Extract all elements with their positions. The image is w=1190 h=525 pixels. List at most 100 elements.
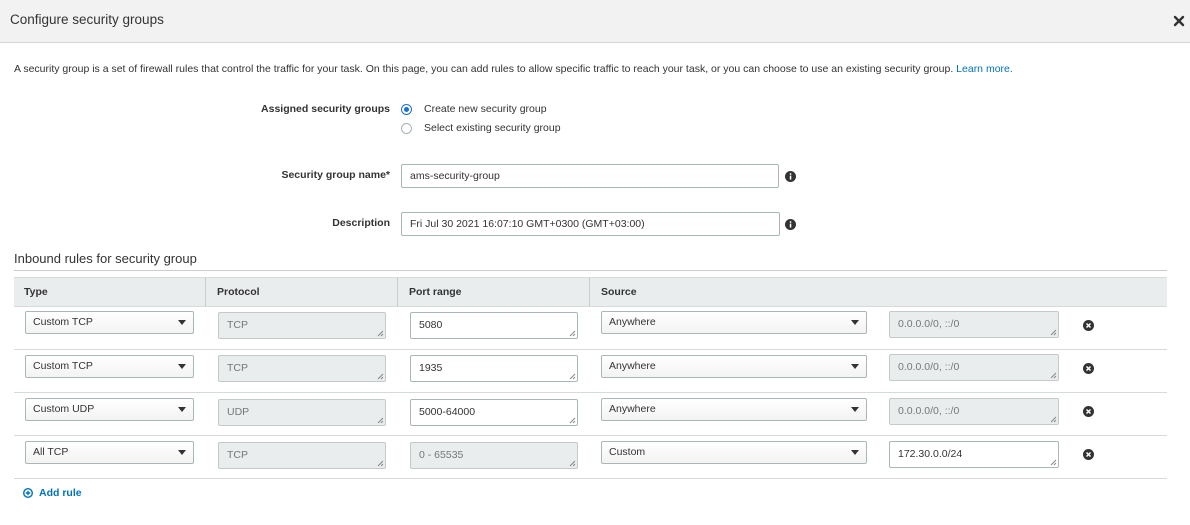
learn-more-link[interactable]: Learn more. bbox=[956, 63, 1013, 75]
protocol-value: TCP bbox=[227, 362, 248, 374]
source-select-value: Anywhere bbox=[609, 316, 656, 328]
protocol-field: TCP bbox=[218, 442, 386, 469]
type-select-value: All TCP bbox=[33, 446, 69, 458]
plus-circle-icon bbox=[23, 488, 33, 498]
port-range-value: 0 - 65535 bbox=[419, 449, 464, 461]
source-select-value: Anywhere bbox=[609, 403, 656, 415]
resize-grip-icon bbox=[1050, 459, 1057, 466]
cidr-field: 0.0.0.0/0, ::/0 bbox=[889, 311, 1059, 338]
column-divider bbox=[205, 278, 206, 306]
intro-description: A security group is a set of firewall ru… bbox=[14, 63, 954, 75]
inbound-rules-title: Inbound rules for security group bbox=[14, 251, 197, 266]
protocol-field: UDP bbox=[218, 399, 386, 426]
caret-down-icon bbox=[851, 320, 859, 325]
resize-grip-icon bbox=[377, 460, 384, 467]
source-select-value: Anywhere bbox=[609, 360, 656, 372]
info-icon[interactable] bbox=[785, 219, 796, 230]
port-range-input[interactable]: 5080 bbox=[410, 312, 578, 339]
source-select-value: Custom bbox=[609, 446, 646, 458]
caret-down-icon bbox=[178, 364, 186, 369]
column-divider bbox=[397, 278, 398, 306]
radio-create-new[interactable]: Create new security group bbox=[401, 102, 547, 116]
security-group-name-label: Security group name* bbox=[281, 169, 390, 181]
column-header-port-range: Port range bbox=[409, 286, 462, 298]
radio-button[interactable] bbox=[401, 122, 412, 134]
radio-select-existing[interactable]: Select existing security group bbox=[401, 121, 561, 135]
add-rule-button[interactable]: Add rule bbox=[23, 486, 82, 500]
port-range-input[interactable]: 5000-64000 bbox=[410, 399, 578, 426]
radio-label-select-existing: Select existing security group bbox=[424, 122, 561, 134]
source-select[interactable]: Anywhere bbox=[601, 398, 867, 421]
remove-icon[interactable] bbox=[1083, 406, 1094, 417]
resize-grip-icon bbox=[1050, 372, 1057, 379]
protocol-value: TCP bbox=[227, 319, 248, 331]
protocol-field: TCP bbox=[218, 355, 386, 382]
port-range-value: 5080 bbox=[419, 319, 443, 331]
type-select[interactable]: All TCP bbox=[25, 441, 194, 464]
remove-icon[interactable] bbox=[1083, 363, 1094, 374]
remove-icon[interactable] bbox=[1083, 449, 1094, 460]
caret-down-icon bbox=[178, 450, 186, 455]
resize-grip-icon bbox=[569, 460, 576, 467]
cidr-value: 172.30.0.0/24 bbox=[898, 448, 963, 460]
caret-down-icon bbox=[178, 407, 186, 412]
type-select[interactable]: Custom TCP bbox=[25, 311, 194, 334]
column-divider bbox=[589, 278, 590, 306]
caret-down-icon bbox=[178, 320, 186, 325]
protocol-field: TCP bbox=[218, 312, 386, 339]
add-rule-label: Add rule bbox=[39, 487, 82, 499]
cidr-value: 0.0.0.0/0, ::/0 bbox=[898, 405, 960, 417]
assigned-security-groups-label: Assigned security groups bbox=[261, 103, 390, 115]
caret-down-icon bbox=[851, 407, 859, 412]
resize-grip-icon bbox=[377, 373, 384, 380]
resize-grip-icon bbox=[569, 330, 576, 337]
table-row: All TCP TCP 0 - 65535 Custom 172.30.0.0/… bbox=[14, 436, 1167, 479]
radio-button-checked[interactable] bbox=[401, 103, 412, 115]
cidr-input[interactable]: 172.30.0.0/24 bbox=[889, 441, 1059, 468]
description-label: Description bbox=[332, 217, 390, 229]
table-row: Custom UDP UDP 5000-64000 Anywhere 0.0.0… bbox=[14, 393, 1167, 436]
port-range-value: 1935 bbox=[419, 362, 443, 374]
section-divider bbox=[14, 270, 1167, 271]
close-icon[interactable] bbox=[1171, 13, 1187, 29]
cidr-value: 0.0.0.0/0, ::/0 bbox=[898, 318, 960, 330]
security-group-name-input[interactable]: ams-security-group bbox=[401, 164, 779, 188]
caret-down-icon bbox=[851, 364, 859, 369]
type-select-value: Custom TCP bbox=[33, 360, 93, 372]
source-select[interactable]: Anywhere bbox=[601, 355, 867, 378]
rules-table-header: Type Protocol Port range Source bbox=[14, 277, 1167, 307]
description-input[interactable]: Fri Jul 30 2021 16:07:10 GMT+0300 (GMT+0… bbox=[401, 212, 780, 236]
type-select-value: Custom UDP bbox=[33, 403, 95, 415]
column-header-type: Type bbox=[24, 286, 48, 298]
port-range-field: 0 - 65535 bbox=[410, 442, 578, 469]
type-select[interactable]: Custom UDP bbox=[25, 398, 194, 421]
info-icon[interactable] bbox=[785, 171, 796, 182]
modal-title: Configure security groups bbox=[10, 12, 164, 27]
protocol-value: TCP bbox=[227, 449, 248, 461]
intro-text: A security group is a set of firewall ru… bbox=[14, 63, 1013, 75]
source-select[interactable]: Anywhere bbox=[601, 311, 867, 334]
type-select[interactable]: Custom TCP bbox=[25, 355, 194, 378]
port-range-input[interactable]: 1935 bbox=[410, 355, 578, 382]
resize-grip-icon bbox=[569, 373, 576, 380]
cidr-value: 0.0.0.0/0, ::/0 bbox=[898, 361, 960, 373]
table-row: Custom TCP TCP 1935 Anywhere 0.0.0.0/0, … bbox=[14, 350, 1167, 393]
resize-grip-icon bbox=[1050, 416, 1057, 423]
type-select-value: Custom TCP bbox=[33, 316, 93, 328]
port-range-value: 5000-64000 bbox=[419, 406, 476, 418]
cidr-field: 0.0.0.0/0, ::/0 bbox=[889, 354, 1059, 381]
resize-grip-icon bbox=[1050, 329, 1057, 336]
source-select[interactable]: Custom bbox=[601, 441, 867, 464]
resize-grip-icon bbox=[569, 417, 576, 424]
table-row: Custom TCP TCP 5080 Anywhere 0.0.0.0/0, … bbox=[14, 307, 1167, 350]
protocol-value: UDP bbox=[227, 406, 250, 418]
caret-down-icon bbox=[851, 450, 859, 455]
column-header-protocol: Protocol bbox=[217, 286, 260, 298]
resize-grip-icon bbox=[377, 417, 384, 424]
modal-header: Configure security groups bbox=[0, 0, 1190, 43]
cidr-field: 0.0.0.0/0, ::/0 bbox=[889, 398, 1059, 425]
column-header-source: Source bbox=[601, 286, 637, 298]
resize-grip-icon bbox=[377, 330, 384, 337]
radio-label-create-new: Create new security group bbox=[424, 103, 547, 115]
remove-icon[interactable] bbox=[1083, 320, 1094, 331]
